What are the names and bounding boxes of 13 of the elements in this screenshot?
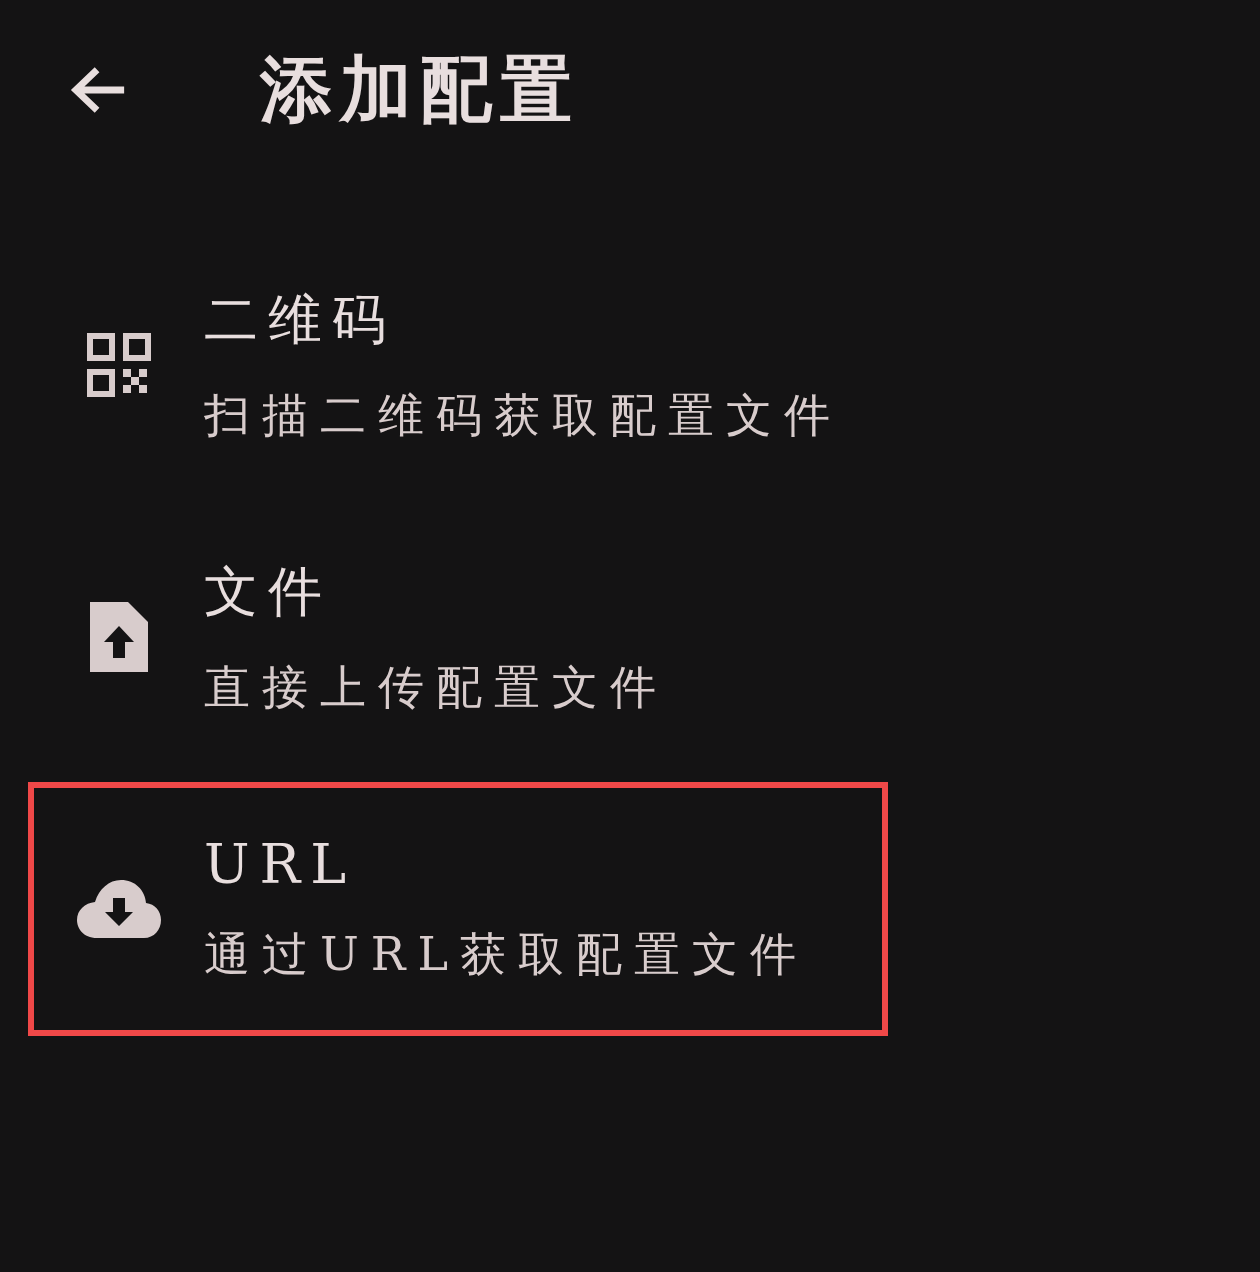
- option-description: 通过URL获取配置文件: [204, 925, 808, 983]
- option-description: 直接上传配置文件: [204, 658, 668, 716]
- option-description: 扫描二维码获取配置文件: [204, 386, 842, 444]
- file-upload-icon: [90, 602, 148, 672]
- option-title: URL: [204, 832, 358, 896]
- option-item[interactable]: 文件 直接上传配置文件: [28, 510, 888, 764]
- qr-code-icon: [87, 333, 151, 397]
- page-title: 添加配置: [260, 45, 580, 133]
- option-title: 文件: [204, 558, 333, 625]
- cloud-download-icon: [77, 880, 161, 938]
- option-title: 二维码: [204, 286, 397, 353]
- option-item[interactable]: URL 通过URL获取配置文件: [28, 782, 888, 1036]
- option-item[interactable]: 二维码 扫描二维码获取配置文件: [28, 238, 888, 492]
